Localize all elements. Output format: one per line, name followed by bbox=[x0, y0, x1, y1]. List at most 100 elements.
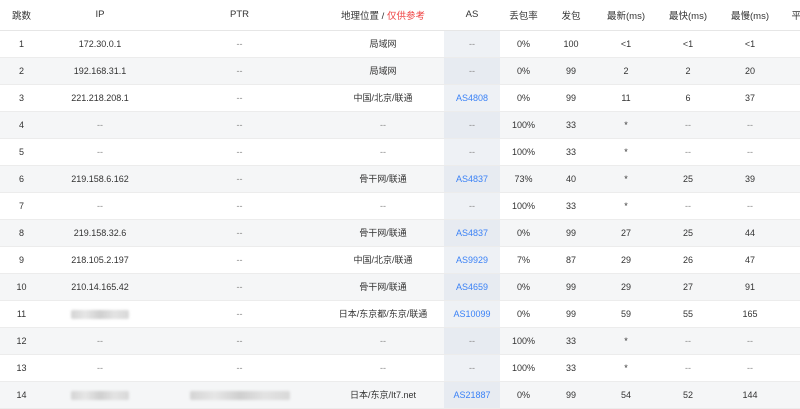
cell-worst: -- bbox=[747, 335, 753, 346]
cell-as: AS4808 bbox=[444, 84, 500, 111]
cell-last: * bbox=[624, 173, 628, 184]
cell-as: -- bbox=[444, 111, 500, 138]
cell-as: AS9929 bbox=[444, 246, 500, 273]
cell-worst: 20 bbox=[744, 65, 755, 76]
cell-sent: 33 bbox=[565, 362, 576, 373]
cell-worst: 44 bbox=[744, 227, 755, 238]
cell-ip: -- bbox=[97, 146, 103, 157]
cell-loss: 0% bbox=[516, 65, 530, 76]
cell-best: 52 bbox=[682, 389, 693, 400]
cell-worst: 165 bbox=[742, 308, 758, 319]
cell-ptr: -- bbox=[236, 227, 243, 238]
table-row: 12 -- -- -- -- 100% 33 * -- -- -- bbox=[0, 327, 800, 354]
table-row: 7 -- -- -- -- 100% 33 * -- -- -- bbox=[0, 192, 800, 219]
cell-worst: 39 bbox=[744, 173, 755, 184]
cell-avg: -- bbox=[781, 354, 800, 381]
cell-loss: 0% bbox=[516, 281, 530, 292]
as-link[interactable]: AS4808 bbox=[456, 93, 488, 103]
cell-ptr: -- bbox=[236, 254, 243, 265]
cell-geo: 骨干网/联通 bbox=[359, 174, 407, 184]
cell-best: -- bbox=[685, 146, 691, 157]
as-link[interactable]: AS4837 bbox=[456, 228, 488, 238]
cell-sent: 100 bbox=[563, 38, 579, 49]
cell-last: * bbox=[624, 200, 628, 211]
cell-loss: 0% bbox=[516, 38, 530, 49]
cell-ptr: -- bbox=[236, 281, 243, 292]
cell-avg: 2 bbox=[781, 57, 800, 84]
table-body: 1172.30.0.1--局域网--0%100<1<1<1<12192.168.… bbox=[0, 30, 800, 408]
cell-last: * bbox=[624, 362, 628, 373]
cell-ip: 172.30.0.1 bbox=[78, 38, 122, 49]
table-row: 3 221.218.208.1 -- 中国/北京/联通 AS4808 0% 99 11 6 37 1… bbox=[0, 84, 800, 111]
header-as: AS bbox=[444, 0, 500, 31]
cell-loss: 100% bbox=[511, 362, 536, 373]
cell-as: -- bbox=[444, 138, 500, 165]
cell-worst: -- bbox=[747, 200, 753, 211]
table-row: 9 218.105.2.197 -- 中国/北京/联通 AS9929 7% 87 29 26 47… bbox=[0, 246, 800, 273]
cell-sent: 99 bbox=[565, 92, 576, 103]
header-best: 最快(ms) bbox=[657, 0, 719, 31]
cell-ptr: -- bbox=[236, 200, 243, 211]
cell-geo: 局域网 bbox=[369, 66, 397, 76]
cell-geo: 局域网 bbox=[369, 39, 397, 49]
cell-as: -- bbox=[444, 30, 500, 57]
cell-as: -- bbox=[444, 57, 500, 84]
cell-as: AS21887 bbox=[444, 381, 500, 408]
cell-ip: 219.158.6.162 bbox=[71, 173, 129, 184]
cell-best: <1 bbox=[682, 38, 694, 49]
cell-best: 6 bbox=[685, 92, 691, 103]
cell-best: 26 bbox=[682, 254, 693, 265]
header-geo-disclaimer: 仅供参考 bbox=[386, 10, 425, 22]
cell-last: 54 bbox=[620, 389, 631, 400]
cell-best: 27 bbox=[682, 281, 693, 292]
as-link[interactable]: AS21887 bbox=[453, 390, 490, 400]
header-sent: 发包 bbox=[547, 0, 595, 31]
table-row: 13 -- -- -- -- 100% 33 * -- -- -- bbox=[0, 354, 800, 381]
cell-loss: 0% bbox=[516, 227, 530, 238]
cell-avg: 29 bbox=[781, 246, 800, 273]
cell-ip bbox=[43, 300, 157, 327]
cell-as: -- bbox=[444, 354, 500, 381]
cell-hop: 12 bbox=[16, 335, 27, 346]
table-row: 5 -- -- -- -- 100% 33 * -- -- -- bbox=[0, 138, 800, 165]
cell-last: 59 bbox=[620, 308, 631, 319]
cell-ip: 210.14.165.42 bbox=[71, 281, 129, 292]
as-link[interactable]: AS9929 bbox=[456, 255, 488, 265]
cell-loss: 0% bbox=[516, 92, 530, 103]
cell-geo: 日本/东京都/东京/联通 bbox=[338, 309, 428, 319]
cell-geo: -- bbox=[380, 362, 386, 373]
cell-hop: 5 bbox=[18, 146, 24, 157]
cell-last: 29 bbox=[620, 281, 631, 292]
cell-ip: 221.218.208.1 bbox=[71, 92, 129, 103]
table-row: 2 192.168.31.1 -- 局域网 -- 0% 99 2 2 20 2 bbox=[0, 57, 800, 84]
cell-avg: -- bbox=[781, 327, 800, 354]
cell-loss: 100% bbox=[511, 200, 536, 211]
cell-worst: 91 bbox=[744, 281, 755, 292]
cell-sent: 99 bbox=[565, 281, 576, 292]
cell-as: -- bbox=[444, 192, 500, 219]
cell-best: 25 bbox=[682, 173, 693, 184]
cell-ip: 218.105.2.197 bbox=[71, 254, 129, 265]
cell-as: AS10099 bbox=[444, 300, 500, 327]
as-link[interactable]: AS10099 bbox=[453, 309, 490, 319]
cell-sent: 99 bbox=[565, 389, 576, 400]
table-row: 11 -- 日本/东京都/东京/联通 AS10099 0% 99 59 55 165 60 bbox=[0, 300, 800, 327]
cell-sent: 99 bbox=[565, 65, 576, 76]
cell-avg: <1 bbox=[781, 30, 800, 57]
table-row: 8 219.158.32.6 -- 骨干网/联通 AS4837 0% 99 27 25 44 28 bbox=[0, 219, 800, 246]
cell-ptr: -- bbox=[236, 92, 243, 103]
cell-avg: 29 bbox=[781, 165, 800, 192]
cell-avg: 28 bbox=[781, 219, 800, 246]
header-geo: 地理位置 / 仅供参考 bbox=[322, 0, 444, 31]
cell-best: -- bbox=[685, 335, 691, 346]
redacted-ip bbox=[71, 309, 129, 319]
cell-best: -- bbox=[685, 200, 691, 211]
cell-sent: 99 bbox=[565, 308, 576, 319]
cell-hop: 8 bbox=[18, 227, 24, 238]
cell-worst: -- bbox=[747, 146, 753, 157]
cell-ptr: -- bbox=[236, 308, 243, 319]
as-link[interactable]: AS4659 bbox=[456, 282, 488, 292]
as-link[interactable]: AS4837 bbox=[456, 174, 488, 184]
table-row: 10 210.14.165.42 -- 骨干网/联通 AS4659 0% 99 29 27 91 3… bbox=[0, 273, 800, 300]
header-hop: 跳数 bbox=[0, 0, 43, 31]
